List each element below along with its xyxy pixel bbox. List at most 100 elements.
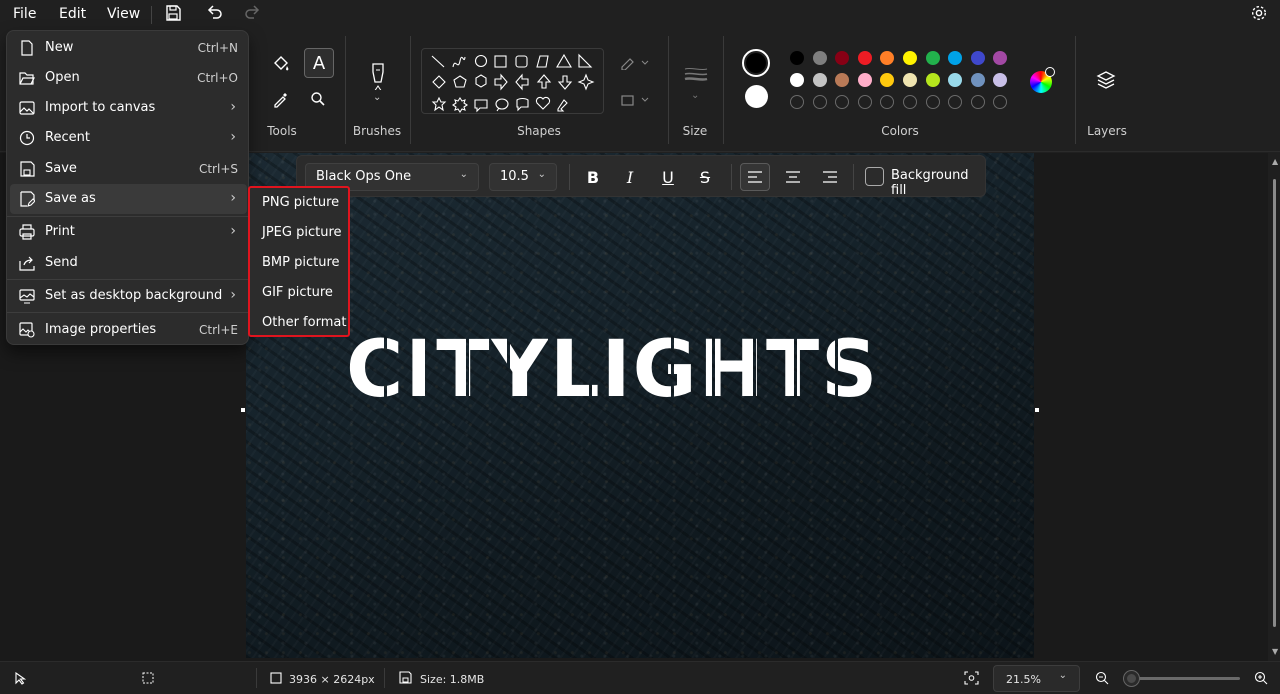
zoom-out-icon[interactable] — [1095, 671, 1109, 685]
magnifier-icon[interactable] — [310, 91, 326, 107]
resize-handle-right[interactable] — [1035, 408, 1039, 412]
color-swatch[interactable] — [835, 73, 850, 87]
zoom-in-icon[interactable] — [1254, 671, 1268, 685]
custom-color-slot[interactable] — [948, 95, 963, 109]
color-swatch[interactable] — [948, 51, 963, 65]
align-center-button[interactable] — [778, 163, 808, 191]
shapes-gallery[interactable] — [421, 48, 604, 114]
color-swatch[interactable] — [925, 73, 940, 87]
color-swatch[interactable] — [970, 73, 985, 87]
tools-group-label: Tools — [267, 124, 297, 138]
secondary-color-swatch[interactable] — [745, 85, 768, 108]
toolbar-divider — [569, 164, 570, 190]
menu-view[interactable]: View — [107, 6, 140, 22]
file-menu-item-image-properties[interactable]: Image properties Ctrl+E — [7, 315, 250, 345]
layers-group-label: Layers — [1087, 124, 1127, 138]
shape-fill-icon[interactable] — [620, 93, 650, 107]
zoom-level-dropdown[interactable]: 21.5% ⌄ — [993, 665, 1080, 692]
save-icon[interactable] — [164, 4, 182, 22]
zoom-slider[interactable] — [1122, 670, 1244, 686]
color-swatch[interactable] — [835, 51, 850, 65]
align-center-icon — [786, 171, 800, 183]
custom-color-slot[interactable] — [790, 95, 804, 109]
bold-button[interactable]: B — [578, 163, 608, 191]
colors-group-label: Colors — [881, 124, 919, 138]
resize-handle-left[interactable] — [241, 408, 245, 412]
save-as-png[interactable]: PNG picture — [262, 195, 339, 210]
primary-color-swatch[interactable] — [742, 49, 770, 77]
file-menu-item-save[interactable]: Save Ctrl+S — [7, 154, 250, 184]
save-as-gif[interactable]: GIF picture — [262, 285, 333, 300]
brush-icon[interactable] — [368, 62, 388, 90]
canvas-image[interactable]: CITYLIGHTS — [246, 153, 1034, 658]
save-icon — [20, 161, 35, 177]
color-swatch[interactable] — [812, 51, 827, 65]
color-swatch[interactable] — [948, 73, 963, 87]
color-swatch[interactable] — [970, 51, 985, 65]
color-swatch[interactable] — [880, 51, 895, 65]
text-tool-icon[interactable]: A — [304, 48, 334, 78]
color-swatch[interactable] — [993, 73, 1008, 87]
size-chevron-down-icon[interactable]: ⌄ — [691, 90, 699, 101]
toolbar-divider — [853, 164, 854, 190]
color-swatch[interactable] — [903, 51, 917, 65]
custom-color-slot[interactable] — [812, 95, 827, 109]
color-swatch[interactable] — [925, 51, 940, 65]
color-swatch[interactable] — [790, 73, 804, 87]
save-as-other-format[interactable]: Other format — [262, 315, 346, 330]
layers-icon[interactable] — [1096, 70, 1116, 90]
color-swatch[interactable] — [812, 73, 827, 87]
font-size-dropdown[interactable]: 10.5 ⌄ — [489, 163, 557, 191]
vertical-scrollbar[interactable]: ▲ ▼ — [1268, 153, 1280, 661]
edit-colors-wheel-icon[interactable] — [1030, 67, 1055, 93]
menubar-divider — [151, 6, 152, 24]
strikethrough-button[interactable]: S — [690, 163, 720, 191]
settings-gear-icon[interactable] — [1250, 4, 1268, 22]
canvas-text[interactable]: CITYLIGHTS — [346, 325, 879, 415]
menu-separator — [7, 279, 250, 280]
custom-color-slot[interactable] — [970, 95, 985, 109]
file-menu-item-open[interactable]: Open Ctrl+O — [7, 63, 250, 93]
italic-button[interactable]: I — [615, 163, 645, 191]
undo-icon[interactable] — [206, 4, 224, 22]
import-image-icon — [19, 101, 35, 115]
brush-chevron-down-icon[interactable]: ⌄ — [373, 92, 381, 103]
stroke-size-icon[interactable] — [684, 66, 708, 82]
file-menu-item-set-as-desktop-background[interactable]: Set as desktop background › — [7, 281, 250, 311]
custom-color-slot[interactable] — [903, 95, 917, 109]
file-menu-item-recent[interactable]: Recent › — [7, 123, 250, 153]
file-menu-item-import-to-canvas[interactable]: Import to canvas › — [7, 93, 250, 123]
custom-color-slot[interactable] — [857, 95, 872, 109]
custom-color-slot[interactable] — [880, 95, 895, 109]
save-as-jpeg[interactable]: JPEG picture — [262, 225, 342, 240]
file-menu-item-print[interactable]: Print › — [7, 217, 250, 247]
shape-outline-icon[interactable] — [620, 56, 650, 70]
file-menu: New Ctrl+N Open Ctrl+O Import to canvas … — [6, 30, 250, 345]
file-size-icon — [399, 671, 412, 684]
custom-color-slot[interactable] — [993, 95, 1008, 109]
fill-bucket-icon[interactable] — [271, 54, 291, 74]
brushes-group-label: Brushes — [352, 124, 402, 138]
align-right-button[interactable] — [815, 163, 845, 191]
fit-to-window-icon[interactable] — [964, 671, 979, 685]
align-left-button[interactable] — [740, 163, 770, 191]
background-fill-checkbox[interactable] — [865, 167, 884, 186]
menu-edit[interactable]: Edit — [59, 6, 86, 22]
custom-color-slot[interactable] — [925, 95, 940, 109]
color-swatch[interactable] — [903, 73, 917, 87]
custom-color-slot[interactable] — [835, 95, 850, 109]
color-swatch[interactable] — [993, 51, 1008, 65]
save-as-bmp[interactable]: BMP picture — [262, 255, 340, 270]
file-menu-item-save-as[interactable]: Save as › — [10, 184, 247, 214]
color-swatch[interactable] — [857, 73, 872, 87]
cursor-position-icon — [14, 672, 26, 685]
underline-button[interactable]: U — [653, 163, 683, 191]
file-menu-item-new[interactable]: New Ctrl+N — [7, 33, 250, 63]
file-menu-item-send[interactable]: Send — [7, 248, 250, 278]
color-picker-icon[interactable] — [272, 90, 290, 108]
redo-icon[interactable] — [243, 4, 261, 22]
color-swatch[interactable] — [790, 51, 804, 65]
menu-file[interactable]: File — [13, 6, 36, 22]
color-swatch[interactable] — [857, 51, 872, 65]
color-swatch[interactable] — [880, 73, 895, 87]
